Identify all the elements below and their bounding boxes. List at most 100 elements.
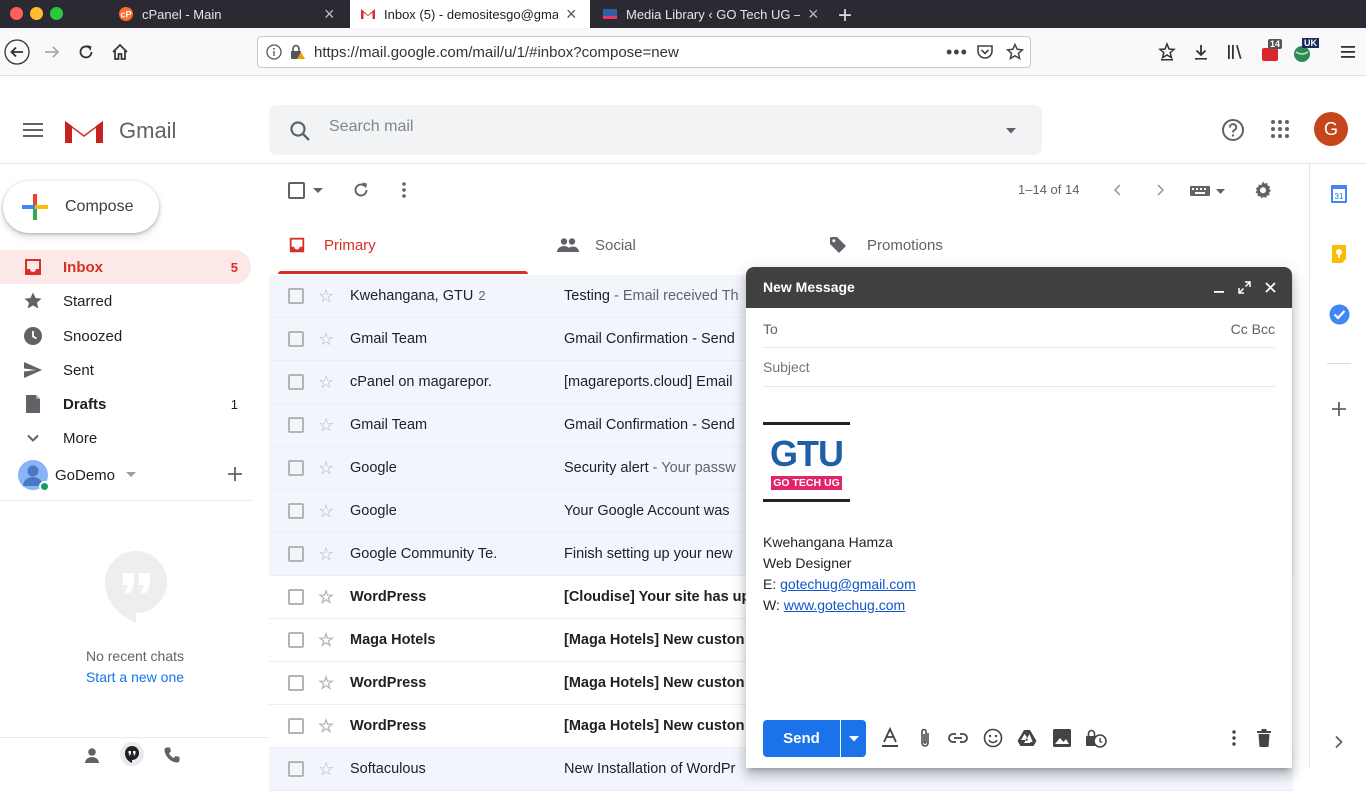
- account-avatar[interactable]: G: [1314, 112, 1348, 146]
- lock-warning-icon[interactable]: [288, 43, 306, 61]
- new-tab-button[interactable]: +: [838, 2, 852, 30]
- select-all-checkbox[interactable]: [288, 182, 305, 199]
- bookmark-star-icon[interactable]: [1006, 43, 1024, 61]
- tab-primary[interactable]: Primary: [288, 216, 376, 274]
- phone-button[interactable]: [163, 746, 181, 764]
- address-bar[interactable]: https://mail.google.com/mail/u/1/#inbox?…: [257, 36, 1031, 68]
- back-button[interactable]: [3, 38, 31, 66]
- star-icon[interactable]: ☆: [318, 544, 338, 565]
- row-checkbox[interactable]: [288, 632, 304, 648]
- sidebar-item-sent[interactable]: Sent: [0, 353, 251, 387]
- apps-button[interactable]: [1270, 119, 1290, 139]
- close-icon[interactable]: ×: [808, 5, 822, 23]
- insert-emoji-button[interactable]: [981, 726, 1005, 750]
- browser-tab-inbox[interactable]: Inbox (5) - demositesgo@gmail ×: [350, 0, 590, 28]
- row-checkbox[interactable]: [288, 417, 304, 433]
- tab-promotions[interactable]: Promotions: [829, 216, 943, 274]
- search-bar[interactable]: [269, 105, 1042, 155]
- star-icon[interactable]: ☆: [318, 329, 338, 350]
- star-icon[interactable]: ☆: [318, 759, 338, 780]
- library-button[interactable]: [1221, 38, 1249, 66]
- insert-link-button[interactable]: [946, 726, 970, 750]
- star-icon[interactable]: ☆: [318, 587, 338, 608]
- row-checkbox[interactable]: [288, 718, 304, 734]
- discard-draft-button[interactable]: [1252, 726, 1276, 750]
- row-checkbox[interactable]: [288, 331, 304, 347]
- add-contact-button[interactable]: [226, 465, 244, 483]
- search-options-dropdown-icon[interactable]: [1005, 127, 1017, 135]
- hangouts-button[interactable]: [120, 742, 144, 766]
- reading-list-button[interactable]: [1153, 38, 1181, 66]
- subject-field[interactable]: [763, 348, 1275, 387]
- row-checkbox[interactable]: [288, 546, 304, 562]
- minimize-icon[interactable]: [1213, 282, 1225, 294]
- send-button[interactable]: Send: [763, 720, 840, 757]
- star-icon[interactable]: ☆: [318, 630, 338, 651]
- browser-tab-cpanel[interactable]: cP cPanel - Main ×: [108, 0, 348, 28]
- cc-bcc-link[interactable]: Cc Bcc: [1231, 321, 1275, 337]
- compose-header[interactable]: New Message: [746, 267, 1292, 308]
- insert-drive-button[interactable]: [1015, 726, 1039, 750]
- insert-photo-button[interactable]: [1050, 726, 1074, 750]
- more-vertical-icon[interactable]: [400, 181, 408, 199]
- expand-panel-button[interactable]: [1333, 735, 1345, 749]
- sidebar-item-inbox[interactable]: Inbox 5: [0, 250, 251, 284]
- hangouts-user[interactable]: GoDemo: [18, 458, 258, 492]
- row-checkbox[interactable]: [288, 589, 304, 605]
- send-options-button[interactable]: [841, 720, 866, 757]
- close-icon[interactable]: ×: [566, 5, 580, 23]
- star-icon[interactable]: ☆: [318, 372, 338, 393]
- language-extension-button[interactable]: UK: [1290, 38, 1319, 66]
- attach-files-button[interactable]: [913, 726, 937, 750]
- signature-email-link[interactable]: gotechug@gmail.com: [780, 576, 916, 592]
- chevron-right-icon[interactable]: [1153, 183, 1167, 197]
- forward-button[interactable]: [38, 38, 66, 66]
- home-button[interactable]: [106, 38, 134, 66]
- row-checkbox[interactable]: [288, 460, 304, 476]
- zoom-window-button[interactable]: [50, 7, 63, 20]
- subject-input[interactable]: [763, 359, 1263, 375]
- chevron-left-icon[interactable]: [1111, 183, 1125, 197]
- formatting-options-button[interactable]: [878, 726, 902, 750]
- row-checkbox[interactable]: [288, 675, 304, 691]
- minimize-window-button[interactable]: [30, 7, 43, 20]
- close-window-button[interactable]: [10, 7, 23, 20]
- downloads-button[interactable]: [1187, 38, 1215, 66]
- close-icon[interactable]: [1264, 281, 1277, 294]
- keep-button[interactable]: [1331, 244, 1347, 264]
- to-field[interactable]: To Cc Bcc: [763, 309, 1275, 348]
- signature-website-link[interactable]: www.gotechug.com: [784, 597, 905, 613]
- gmail-logo[interactable]: Gmail: [63, 115, 176, 147]
- select-dropdown-icon[interactable]: [313, 188, 323, 194]
- row-checkbox[interactable]: [288, 374, 304, 390]
- reload-button[interactable]: [72, 38, 100, 66]
- main-menu-button[interactable]: [20, 118, 46, 142]
- info-icon[interactable]: [266, 44, 282, 60]
- browser-menu-button[interactable]: [1334, 38, 1362, 66]
- refresh-icon[interactable]: [351, 180, 371, 200]
- support-button[interactable]: [1220, 117, 1246, 143]
- compose-button[interactable]: Compose: [3, 181, 159, 233]
- start-new-chat-link[interactable]: Start a new one: [0, 669, 270, 685]
- star-icon[interactable]: ☆: [318, 716, 338, 737]
- extension-button[interactable]: 14: [1256, 38, 1284, 66]
- contacts-button[interactable]: [83, 746, 101, 764]
- page-actions-icon[interactable]: •••: [946, 42, 968, 63]
- star-icon[interactable]: ☆: [318, 415, 338, 436]
- confidential-mode-button[interactable]: [1084, 726, 1108, 750]
- tasks-button[interactable]: [1329, 304, 1350, 325]
- row-checkbox[interactable]: [288, 288, 304, 304]
- sidebar-item-drafts[interactable]: Drafts 1: [0, 387, 251, 421]
- sidebar-item-snoozed[interactable]: Snoozed: [0, 319, 251, 353]
- star-icon[interactable]: ☆: [318, 501, 338, 522]
- star-icon[interactable]: ☆: [318, 286, 338, 307]
- chevron-down-icon[interactable]: [126, 472, 136, 478]
- row-checkbox[interactable]: [288, 761, 304, 777]
- expand-icon[interactable]: [1238, 281, 1251, 294]
- browser-tab-media-library[interactable]: Media Library ‹ GO Tech UG — ×: [592, 0, 832, 28]
- star-icon[interactable]: ☆: [318, 458, 338, 479]
- tab-social[interactable]: Social: [557, 216, 636, 274]
- sidebar-item-starred[interactable]: Starred: [0, 284, 251, 318]
- star-icon[interactable]: ☆: [318, 673, 338, 694]
- pocket-icon[interactable]: [976, 43, 994, 61]
